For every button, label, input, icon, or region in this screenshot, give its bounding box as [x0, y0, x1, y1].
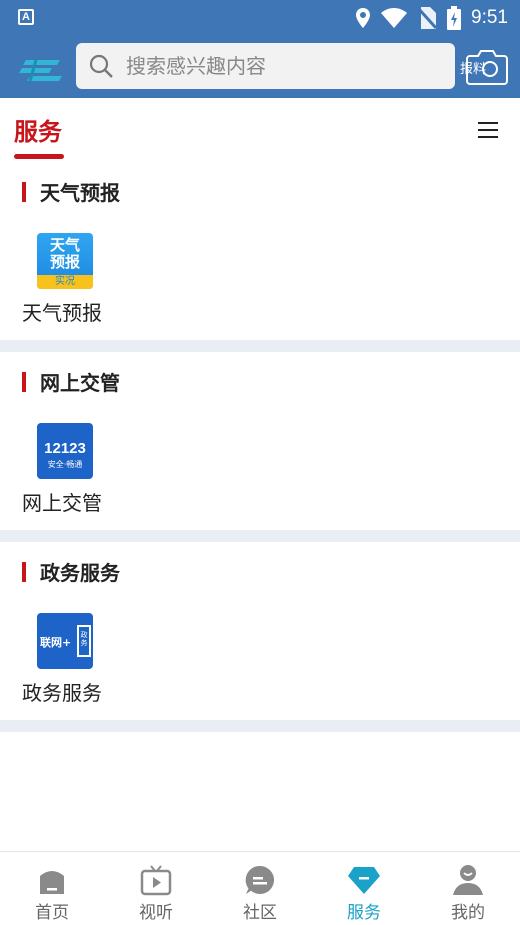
user-icon — [453, 865, 483, 895]
search-box[interactable]: 搜索感兴趣内容 — [76, 43, 455, 89]
section-government: 政务服务 联网+ 政务 政务服务 — [0, 542, 520, 720]
tv-icon — [140, 865, 172, 896]
section-marker — [22, 372, 26, 392]
government-app-icon[interactable]: 联网+ 政务 — [37, 613, 93, 669]
nav-home-label: 首页 — [35, 903, 69, 923]
gov-icon-line1: 联网+ — [40, 636, 72, 649]
section-title: 网上交管 — [40, 371, 120, 395]
traffic-app-label[interactable]: 网上交管 — [22, 487, 102, 516]
nav-home[interactable]: 首页 — [0, 852, 104, 925]
wifi-icon — [381, 8, 408, 28]
section-traffic: 网上交管 12123 安全·畅通 网上交管 — [0, 352, 520, 530]
section-divider — [0, 340, 520, 352]
nav-video-label: 视听 — [139, 903, 173, 923]
gov-icon-line2: 政务 — [77, 625, 91, 657]
app-header: 搜索感兴趣内容 报料 — [0, 36, 520, 98]
search-placeholder: 搜索感兴趣内容 — [126, 54, 266, 78]
tab-active-indicator — [14, 154, 64, 159]
section-title: 政务服务 — [40, 561, 120, 585]
home-icon — [40, 871, 64, 894]
government-app-label[interactable]: 政务服务 — [22, 677, 102, 706]
bottom-navigation: 首页 视听 社区 服务 我的 — [0, 851, 520, 924]
app-logo-icon — [19, 59, 62, 82]
nav-mine-label: 我的 — [451, 903, 485, 923]
diamond-icon — [348, 867, 380, 894]
nav-service-label: 服务 — [347, 903, 381, 923]
weather-app-icon[interactable]: 天气 预报 实况 — [37, 233, 93, 289]
tab-service[interactable]: 服务 — [14, 112, 62, 147]
no-sim-icon — [417, 7, 438, 29]
weather-icon-sub: 实况 — [37, 275, 93, 289]
section-divider — [0, 720, 520, 732]
nav-mine[interactable]: 我的 — [416, 852, 520, 925]
nav-community-label: 社区 — [243, 903, 277, 923]
battery-icon — [447, 6, 462, 30]
weather-icon-line1: 天气 — [49, 236, 80, 254]
menu-icon[interactable] — [478, 122, 498, 138]
section-divider — [0, 530, 520, 542]
status-icons: 9:51 — [355, 0, 508, 36]
report-button[interactable]: 报料 — [460, 48, 508, 86]
status-time: 9:51 — [471, 7, 508, 28]
section-marker — [22, 562, 26, 582]
location-icon — [356, 8, 371, 28]
weather-icon-line2: 预报 — [49, 253, 80, 271]
section-marker — [22, 182, 26, 202]
nav-video[interactable]: 视听 — [104, 852, 208, 925]
traffic-app-icon[interactable]: 12123 安全·畅通 — [37, 423, 93, 479]
section-title: 天气预报 — [40, 181, 120, 205]
status-bar: A 9:51 — [0, 0, 520, 36]
traffic-icon-number: 12123 — [44, 440, 86, 457]
nav-community[interactable]: 社区 — [208, 852, 312, 925]
report-label: 报料 — [460, 62, 487, 77]
notification-a-icon: A — [18, 9, 34, 25]
traffic-icon-sub: 安全·畅通 — [47, 460, 83, 469]
category-tab-bar: 服务 — [0, 98, 520, 162]
weather-app-label[interactable]: 天气预报 — [22, 297, 102, 326]
chat-icon — [245, 865, 275, 894]
section-weather: 天气预报 天气 预报 实况 天气预报 — [0, 162, 520, 340]
search-icon — [89, 54, 113, 78]
nav-service[interactable]: 服务 — [312, 852, 416, 925]
